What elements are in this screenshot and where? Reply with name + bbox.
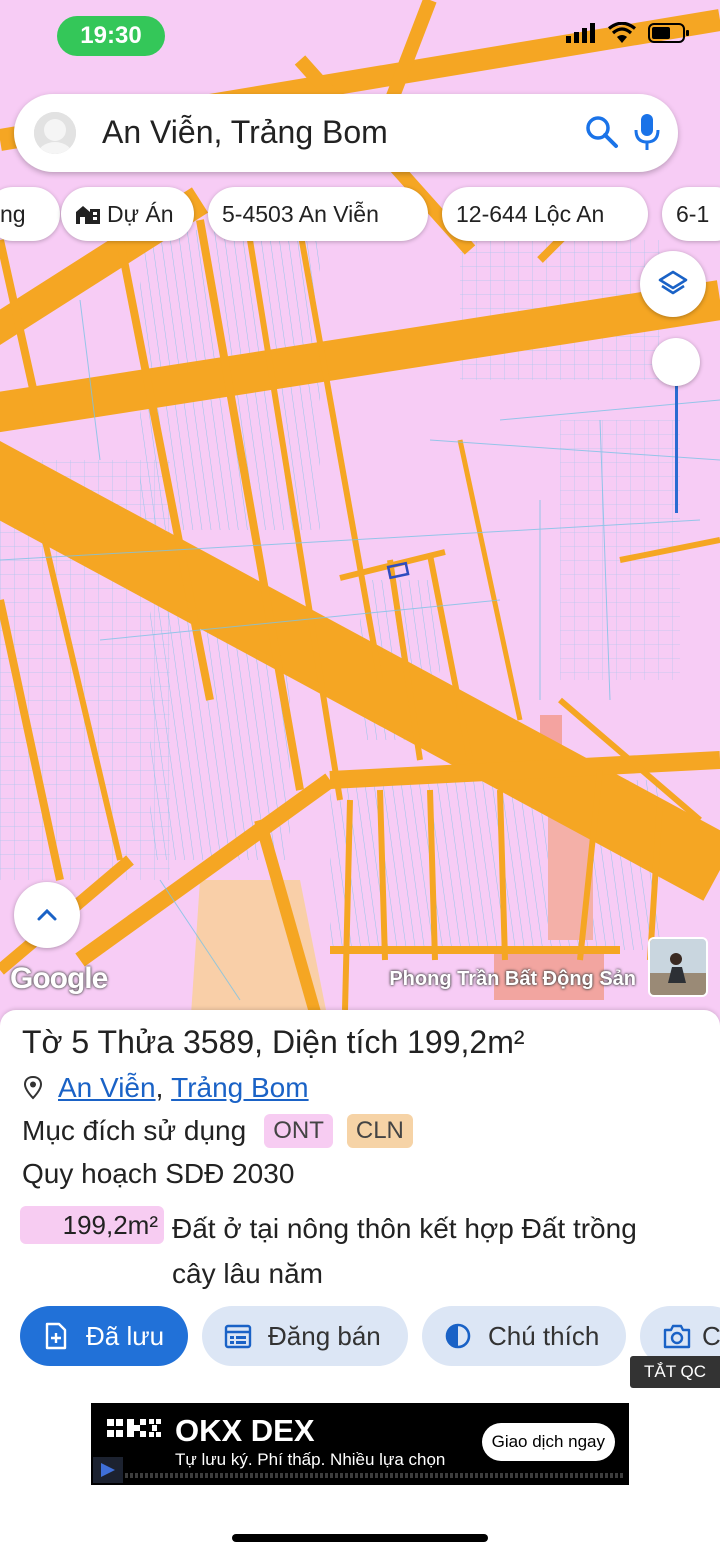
action-buttons: Đã lưu Đăng bán Chú thích C [0, 1306, 720, 1368]
ad-banner[interactable]: OKX DEX Tự lưu ký. Phí thấp. Nhiều lựa c… [91, 1403, 629, 1485]
hide-ads-button[interactable]: TẮT QC [630, 1356, 720, 1388]
layers-button[interactable] [640, 251, 706, 317]
saved-button[interactable]: Đã lưu [20, 1306, 188, 1366]
land-use-purpose: Mục đích sử dụng ONT CLN [22, 1114, 413, 1148]
parcel-area: 199,2m² [407, 1024, 525, 1060]
building-icon [76, 206, 100, 224]
person-photo-icon [650, 939, 706, 995]
avatar[interactable] [34, 112, 76, 154]
plan-title: Quy hoạch SDĐ 2030 [22, 1158, 295, 1189]
filter-chips: ng Dự Án 5-4503 An Viễn 12-644 Lộc An 6-… [0, 187, 720, 241]
search-icon[interactable] [584, 114, 620, 150]
okx-logo-icon [107, 1419, 161, 1437]
wifi-icon [608, 22, 636, 43]
parcel-title: Tờ 5 Thửa 3589, Diện tích 199,2m² [22, 1024, 525, 1060]
home-indicator [232, 1534, 488, 1542]
contrast-icon [445, 1323, 471, 1349]
ad-brand: OKX DEX [175, 1413, 315, 1448]
camera-icon [663, 1324, 691, 1349]
chip-partial-right[interactable]: 6-1 [662, 187, 720, 241]
status-bar: 19:30 [0, 14, 720, 58]
user-icon [34, 112, 76, 154]
purpose-tag-cln: CLN [346, 1114, 413, 1148]
chip-parcel-loc-an[interactable]: 12-644 Lộc An [442, 187, 648, 241]
ad-fine-print [125, 1473, 625, 1478]
map-view[interactable]: 19:30 An Viễn, Trảng Bom ng Dự Án 5-4503… [0, 0, 720, 1030]
commune-link[interactable]: An Viễn [58, 1072, 156, 1104]
map-credit: Phong Trần Bất Động Sản [389, 968, 636, 990]
calendar-list-icon [224, 1324, 252, 1349]
parcel-location: An Viễn, Trảng Bom [22, 1072, 309, 1104]
sheet-number: 5 [71, 1024, 90, 1060]
chevron-up-icon [37, 908, 57, 921]
battery-icon [648, 23, 689, 43]
opacity-slider-handle[interactable] [652, 338, 700, 386]
chip-parcel-an-vien[interactable]: 5-4503 An Viễn [208, 187, 428, 241]
chip-partial[interactable]: ng [0, 187, 60, 241]
legend-button[interactable]: Chú thích [422, 1306, 626, 1366]
layers-icon [658, 270, 688, 295]
post-for-sale-button[interactable]: Đăng bán [202, 1306, 408, 1366]
district-link[interactable]: Trảng Bom [171, 1072, 308, 1104]
search-bar[interactable]: An Viễn, Trảng Bom [14, 94, 678, 172]
google-logo: Google [10, 962, 108, 995]
status-time: 19:30 [57, 16, 165, 56]
purpose-tag-ont: ONT [264, 1114, 333, 1148]
ad-cta-button[interactable]: Giao dịch ngay [481, 1423, 615, 1461]
chip-du-an[interactable]: Dự Án [61, 187, 194, 241]
bookmark-add-icon [45, 1322, 67, 1350]
location-pin-icon [23, 1075, 43, 1100]
ad-tagline: Tự lưu ký. Phí thấp. Nhiều lựa chọn [175, 1450, 446, 1469]
microphone-icon[interactable] [632, 112, 662, 152]
credit-avatar[interactable] [648, 937, 708, 997]
opacity-slider-track[interactable] [675, 365, 678, 513]
plan-area-badge: 199,2m² [20, 1206, 164, 1244]
plan-description: Đất ở tại nông thôn kết hợp Đất trồng câ… [172, 1213, 637, 1289]
expand-button[interactable] [14, 882, 80, 948]
search-query[interactable]: An Viễn, Trảng Bom [102, 114, 388, 151]
plot-number: 3589 [182, 1024, 255, 1060]
ad-choices-icon[interactable] [93, 1457, 123, 1483]
cellular-signal-icon [566, 23, 595, 43]
